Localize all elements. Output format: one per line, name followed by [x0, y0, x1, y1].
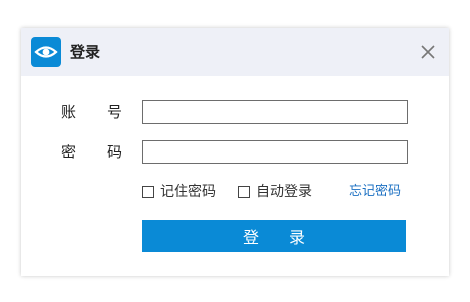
title-bar: 登录	[21, 28, 449, 76]
auto-login-label[interactable]: 自动登录	[256, 182, 312, 202]
close-button[interactable]	[418, 42, 438, 62]
dialog-title: 登录	[70, 43, 101, 61]
account-label-char-2: 号	[107, 103, 123, 121]
remember-password-label[interactable]: 记住密码	[160, 182, 216, 202]
login-dialog: 登录 账 号 密 码 记住密码 自动登录 忘记密码 登录	[21, 28, 449, 276]
password-label-char-2: 码	[107, 143, 123, 161]
account-label-char-1: 账	[61, 103, 77, 121]
app-logo	[31, 37, 61, 67]
account-input[interactable]	[142, 100, 408, 124]
auto-login-option[interactable]: 自动登录	[238, 182, 322, 202]
remember-password-checkbox[interactable]	[142, 186, 154, 198]
eye-icon	[34, 46, 58, 58]
forgot-password-link[interactable]: 忘记密码	[349, 182, 401, 202]
close-icon[interactable]	[418, 42, 438, 62]
password-input[interactable]	[142, 140, 408, 164]
password-label-char-1: 密	[61, 143, 77, 161]
auto-login-checkbox[interactable]	[238, 186, 250, 198]
login-button[interactable]: 登录	[142, 220, 406, 252]
remember-password-option[interactable]: 记住密码	[142, 182, 226, 202]
